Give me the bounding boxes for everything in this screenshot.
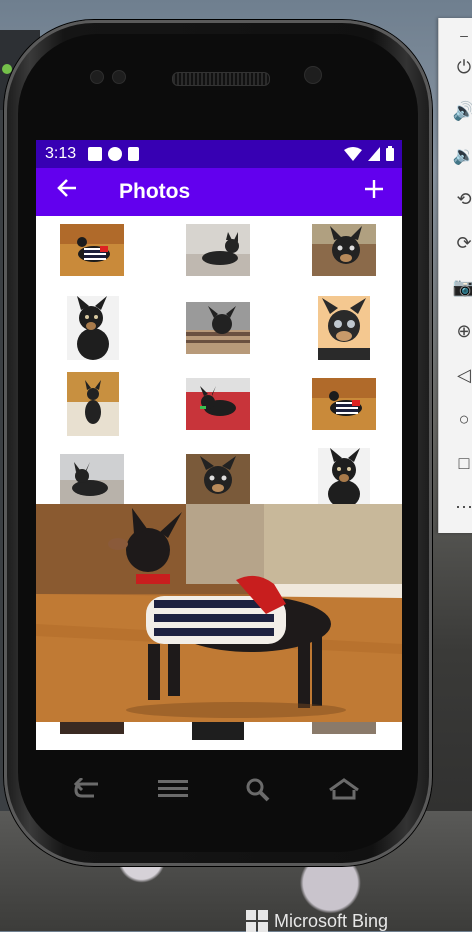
back-key-icon[interactable] xyxy=(73,776,102,805)
photo-thumbnail[interactable] xyxy=(312,722,376,734)
status-bar: 3:13 xyxy=(36,140,402,168)
photo-thumbnail[interactable] xyxy=(186,224,250,276)
photo-thumbnail[interactable] xyxy=(60,224,124,276)
photo-thumbnail[interactable] xyxy=(186,302,250,354)
bing-watermark: Microsoft Bing xyxy=(246,910,389,932)
wifi-icon xyxy=(344,146,362,161)
photo-thumbnail[interactable] xyxy=(192,722,244,740)
zoom-icon[interactable]: ⊕ xyxy=(453,320,472,342)
proximity-sensor xyxy=(90,70,104,84)
photo-thumbnail[interactable] xyxy=(67,296,119,360)
hardware-nav-bar xyxy=(30,770,402,810)
photo-preview[interactable] xyxy=(36,504,402,722)
photo-thumbnail[interactable] xyxy=(186,378,250,430)
rotate-right-icon[interactable]: ⟳ xyxy=(453,232,472,254)
photo-thumbnail[interactable] xyxy=(67,372,119,436)
photo-thumbnail[interactable] xyxy=(312,378,376,430)
more-icon[interactable]: ⋯ xyxy=(453,496,472,518)
app-bar: Photos xyxy=(36,168,402,216)
device-screen: 3:13 Photos xyxy=(36,140,402,750)
overview-icon[interactable]: □ xyxy=(453,452,472,474)
photo-thumbnail[interactable] xyxy=(186,454,250,506)
photo-thumbnail[interactable] xyxy=(60,454,124,506)
back-icon[interactable]: ◁ xyxy=(453,364,472,386)
emulator-toolbar: – ⏻ 🔊 🔉 ⟲ ⟳ 📷 ⊕ ◁ ○ □ ⋯ xyxy=(438,18,472,533)
sd-card-icon xyxy=(128,147,140,161)
search-key-icon[interactable] xyxy=(246,778,270,807)
photo-thumbnail[interactable] xyxy=(312,224,376,276)
volume-down-icon[interactable]: 🔉 xyxy=(453,144,472,166)
app-notification-icon xyxy=(108,147,123,161)
volume-up-icon[interactable]: 🔊 xyxy=(453,100,472,122)
status-dot-icon xyxy=(2,64,12,74)
windows-logo-icon xyxy=(246,910,268,932)
status-time: 3:13 xyxy=(45,145,77,162)
signal-icon xyxy=(368,146,380,161)
arrow-back-icon[interactable] xyxy=(56,177,78,206)
photo-thumbnail[interactable] xyxy=(318,296,370,360)
power-icon[interactable]: ⏻ xyxy=(453,56,472,78)
page-title: Photos xyxy=(119,180,191,203)
rotate-left-icon[interactable]: ⟲ xyxy=(453,188,472,210)
menu-key-icon[interactable] xyxy=(158,778,188,803)
add-icon[interactable] xyxy=(364,174,384,206)
battery-icon xyxy=(386,146,394,161)
status-right-icons xyxy=(344,146,394,161)
front-camera xyxy=(304,66,322,84)
photo-thumbnail[interactable] xyxy=(60,722,124,734)
camera-icon[interactable]: 📷 xyxy=(453,276,472,298)
gallery-notification-icon xyxy=(88,147,103,161)
earpiece-speaker xyxy=(172,72,270,86)
bing-watermark-text: Microsoft Bing xyxy=(274,910,389,931)
photo-thumbnail[interactable] xyxy=(318,448,370,506)
light-sensor xyxy=(112,70,126,84)
home-key-icon[interactable] xyxy=(328,778,360,805)
home-icon[interactable]: ○ xyxy=(453,408,472,430)
minimize-icon[interactable]: – xyxy=(453,24,472,46)
